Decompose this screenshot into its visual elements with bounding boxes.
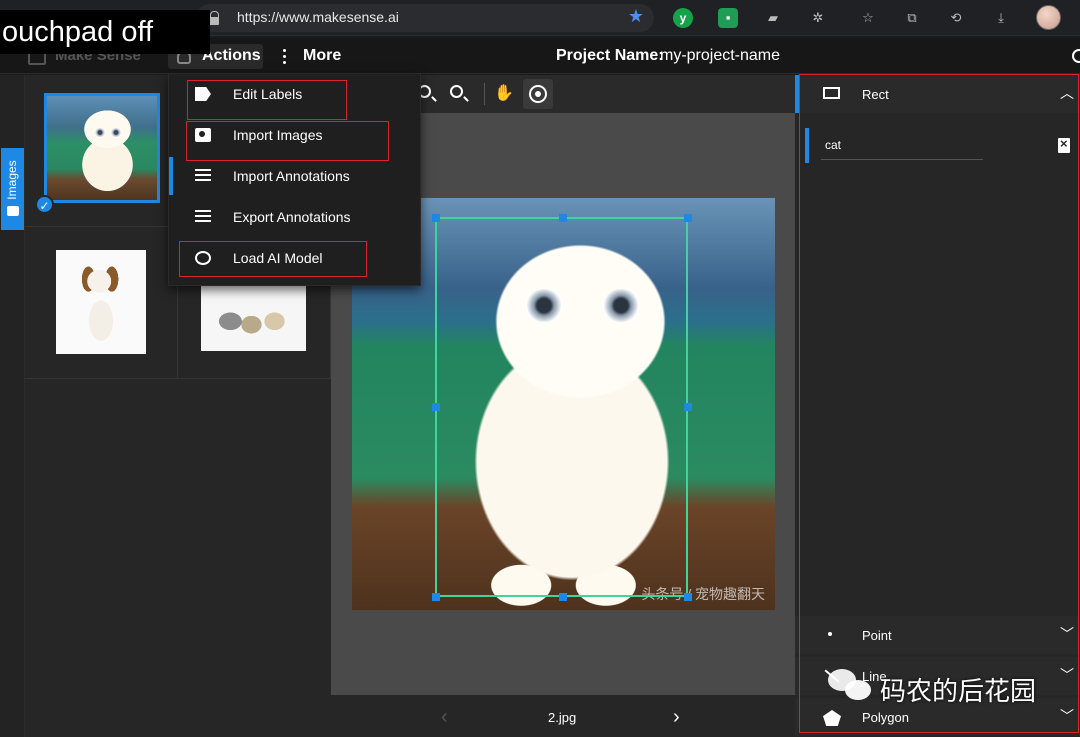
label-underline bbox=[821, 159, 983, 160]
point-icon bbox=[828, 632, 832, 636]
address-bar[interactable]: https://www.makesense.ai ★ bbox=[196, 4, 654, 32]
section-active-indicator bbox=[795, 75, 799, 113]
extensions-puzzle-icon[interactable]: ✲ bbox=[808, 8, 828, 28]
favorite-star-icon[interactable]: ★ bbox=[628, 6, 644, 27]
touchpad-overlay: ouchpad off bbox=[0, 10, 210, 54]
thumbnail-dog[interactable] bbox=[25, 227, 178, 379]
menu-item-label: Import Annotations bbox=[233, 168, 350, 184]
resize-handle[interactable] bbox=[432, 214, 440, 222]
check-icon: ✓ bbox=[35, 195, 54, 214]
resize-handle[interactable] bbox=[559, 593, 567, 601]
section-point[interactable]: Point ﹀ bbox=[795, 616, 1080, 654]
chevron-down-icon[interactable]: ﹀ bbox=[1060, 706, 1074, 726]
label-indicator bbox=[805, 128, 809, 163]
extension-y-icon[interactable]: y bbox=[673, 8, 693, 28]
crosshair-icon bbox=[529, 85, 547, 103]
resize-handle[interactable] bbox=[432, 593, 440, 601]
section-rect[interactable]: Rect ︿ bbox=[795, 75, 1080, 113]
thumbnail-image bbox=[201, 285, 306, 351]
wechat-watermark: 码农的后花园 bbox=[822, 665, 1062, 709]
download-icon[interactable]: ⤓ bbox=[991, 8, 1011, 28]
section-label: Polygon bbox=[862, 710, 909, 725]
resize-handle[interactable] bbox=[684, 403, 692, 411]
section-label: Rect bbox=[862, 87, 889, 102]
profile-avatar[interactable] bbox=[1036, 5, 1061, 30]
menu-item-label: Export Annotations bbox=[233, 209, 351, 225]
hand-icon: ✋ bbox=[494, 85, 514, 102]
menu-item-load-ai-model[interactable]: Load AI Model bbox=[169, 238, 422, 279]
previous-image-icon[interactable]: ‹ bbox=[441, 706, 448, 729]
extension-chat-icon[interactable]: ▰ bbox=[763, 8, 783, 28]
extension-note-icon[interactable]: ▪ bbox=[718, 8, 738, 28]
camera-icon bbox=[7, 206, 19, 216]
chevron-down-icon[interactable]: ﹀ bbox=[1060, 665, 1074, 685]
selected-frame bbox=[44, 93, 160, 203]
list-export-icon bbox=[195, 210, 211, 224]
more-vertical-icon[interactable] bbox=[283, 49, 287, 65]
watermark-text: 码农的后花园 bbox=[880, 676, 1037, 706]
chevron-up-icon[interactable]: ︿ bbox=[1060, 83, 1074, 103]
current-file-name: 2.jpg bbox=[548, 710, 577, 725]
label-row[interactable]: cat bbox=[805, 128, 1075, 163]
camera-icon bbox=[195, 128, 211, 142]
actions-dropdown: Edit Labels Import Images Import Annotat… bbox=[168, 73, 421, 286]
menu-item-label: Load AI Model bbox=[233, 250, 323, 266]
label-panel: Rect ︿ cat Point ﹀ Line ﹀ Polygon ﹀ bbox=[795, 75, 1080, 737]
images-tab[interactable]: Images bbox=[1, 148, 24, 230]
delete-label-icon[interactable] bbox=[1058, 136, 1070, 153]
polygon-icon bbox=[823, 710, 841, 726]
github-icon[interactable] bbox=[1072, 49, 1080, 63]
label-select[interactable]: cat bbox=[825, 138, 841, 152]
project-name-input[interactable]: my-project-name bbox=[660, 47, 780, 65]
list-add-icon bbox=[195, 169, 211, 183]
menu-item-import-images[interactable]: Import Images bbox=[169, 115, 422, 156]
menu-item-export-annotations[interactable]: Export Annotations bbox=[169, 197, 422, 238]
images-tab-label: Images bbox=[5, 160, 19, 200]
resize-handle[interactable] bbox=[684, 214, 692, 222]
menu-item-label: Edit Labels bbox=[233, 86, 303, 102]
actions-label: Actions bbox=[202, 47, 261, 64]
ai-model-icon bbox=[195, 251, 211, 265]
favorites-icon[interactable]: ☆ bbox=[858, 8, 878, 28]
thumbnail-image bbox=[56, 250, 146, 354]
url-text[interactable]: https://www.makesense.ai bbox=[237, 9, 399, 25]
wechat-icon bbox=[828, 669, 874, 703]
zoom-fit-button[interactable] bbox=[443, 79, 473, 109]
resize-handle[interactable] bbox=[559, 214, 567, 222]
resize-handle[interactable] bbox=[432, 403, 440, 411]
bounding-box[interactable] bbox=[432, 214, 692, 601]
rect-icon bbox=[823, 87, 840, 99]
chevron-down-icon[interactable]: ﹀ bbox=[1060, 624, 1074, 644]
image-navigation: ‹ 2.jpg › bbox=[331, 695, 795, 737]
thumbnail-cat[interactable]: ✓ bbox=[25, 75, 178, 227]
menu-item-edit-labels[interactable]: Edit Labels bbox=[169, 74, 422, 115]
history-icon[interactable]: ⟲ bbox=[946, 8, 966, 28]
resize-handle[interactable] bbox=[684, 593, 692, 601]
tag-icon bbox=[195, 87, 211, 101]
menu-item-label: Import Images bbox=[233, 127, 323, 143]
more-menu-button[interactable]: More bbox=[303, 47, 341, 65]
next-image-icon[interactable]: › bbox=[673, 706, 680, 729]
toolbar-divider bbox=[484, 83, 485, 105]
pan-button[interactable]: ✋ bbox=[489, 79, 519, 109]
crosshair-button[interactable] bbox=[523, 79, 553, 109]
section-label: Point bbox=[862, 628, 892, 643]
side-tab-strip: Images bbox=[0, 75, 25, 737]
menu-item-import-annotations[interactable]: Import Annotations bbox=[169, 156, 422, 197]
collections-icon[interactable]: ⧉ bbox=[902, 8, 922, 28]
zoom-fit-icon bbox=[450, 85, 463, 98]
project-name-label: Project Name: bbox=[556, 47, 664, 64]
